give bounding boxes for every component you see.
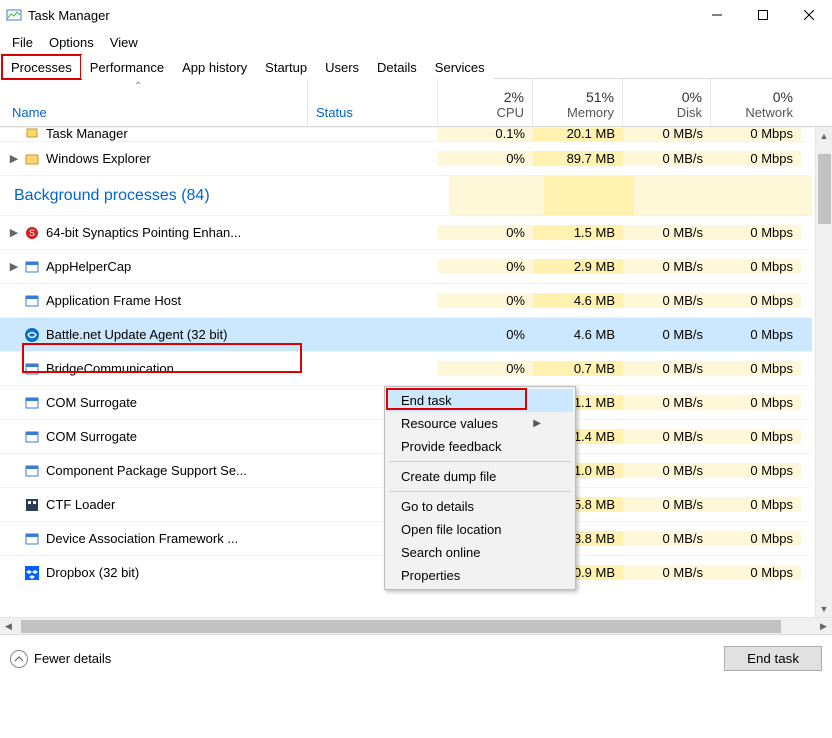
ctf-loader-icon [24,497,40,513]
ctx-create-dump[interactable]: Create dump file [387,465,573,488]
generic-app-icon [24,259,40,275]
scroll-up-icon[interactable]: ▲ [816,127,832,144]
tab-services[interactable]: Services [426,55,494,79]
table-row[interactable]: ▶AppHelperCap 0%2.9 MB0 MB/s0 Mbps [0,249,812,283]
horizontal-scrollbar[interactable]: ◀ ▶ [0,617,832,634]
column-header-row: ⌃ Name Status 2%CPU 51%Memory 0%Disk 0%N… [0,79,832,127]
expand-icon[interactable]: ▶ [6,260,22,273]
chevron-up-icon [10,650,28,668]
generic-app-icon [24,361,40,377]
table-row[interactable]: Application Frame Host 0%4.6 MB0 MB/s0 M… [0,283,812,317]
sort-indicator-icon: ⌃ [134,81,142,92]
scroll-thumb[interactable] [818,154,831,224]
ctx-resource-values[interactable]: Resource values▶ [387,412,573,435]
menu-options[interactable]: Options [41,33,102,52]
scroll-down-icon[interactable]: ▼ [816,600,832,617]
window-close-button[interactable] [786,0,832,30]
table-row[interactable]: Task Manager 0.1% 20.1 MB 0 MB/s 0 Mbps [0,127,812,141]
menu-separator [389,461,571,462]
ctx-open-file-location[interactable]: Open file location [387,518,573,541]
battlenet-icon [24,327,40,343]
expand-icon[interactable]: ▶ [6,152,22,165]
scroll-right-icon[interactable]: ▶ [815,621,832,632]
scroll-thumb[interactable] [21,620,781,633]
ctx-provide-feedback[interactable]: Provide feedback [387,435,573,458]
app-icon [6,7,22,23]
context-menu: End task Resource values▶ Provide feedba… [384,386,576,590]
window-minimize-button[interactable] [694,0,740,30]
tab-app-history[interactable]: App history [173,55,256,79]
ctx-properties[interactable]: Properties [387,564,573,587]
table-row[interactable]: BridgeCommunication 0%0.7 MB0 MB/s0 Mbps [0,351,812,385]
window-title: Task Manager [28,8,110,23]
column-status[interactable]: Status [308,79,438,126]
titlebar: Task Manager [0,0,832,30]
table-row[interactable]: ▶S64-bit Synaptics Pointing Enhan... 0%1… [0,215,812,249]
section-background-processes: Background processes (84) [0,175,812,215]
ctx-end-task[interactable]: End task [387,389,573,412]
tab-details[interactable]: Details [368,55,426,79]
menu-file[interactable]: File [4,33,41,52]
generic-app-icon [24,531,40,547]
table-row[interactable]: ▶Windows Explorer 0% 89.7 MB 0 MB/s 0 Mb… [0,141,812,175]
end-task-button[interactable]: End task [724,646,822,671]
tab-performance[interactable]: Performance [81,55,173,79]
menu-separator [389,491,571,492]
window-maximize-button[interactable] [740,0,786,30]
menu-bar: File Options View [0,30,832,52]
explorer-icon [24,151,40,167]
svg-text:S: S [29,228,35,238]
dropbox-icon [24,565,40,581]
tab-startup[interactable]: Startup [256,55,316,79]
generic-app-icon [24,463,40,479]
column-disk[interactable]: 0%Disk [623,79,711,126]
generic-app-icon [24,429,40,445]
ctx-go-to-details[interactable]: Go to details [387,495,573,518]
vertical-scrollbar[interactable]: ▲ ▼ [815,127,832,617]
ctx-search-online[interactable]: Search online [387,541,573,564]
column-network[interactable]: 0%Network [711,79,801,126]
synaptics-icon: S [24,225,40,241]
tab-users[interactable]: Users [316,55,368,79]
app-process-icon [24,127,40,141]
menu-view[interactable]: View [102,33,146,52]
column-memory[interactable]: 51%Memory [533,79,623,126]
tab-strip: Processes Performance App history Startu… [0,54,832,79]
column-cpu[interactable]: 2%CPU [438,79,533,126]
table-row-selected[interactable]: Battle.net Update Agent (32 bit) 0%4.6 M… [0,317,812,351]
submenu-arrow-icon: ▶ [533,418,541,429]
fewer-details-toggle[interactable]: Fewer details [10,650,111,668]
tab-processes[interactable]: Processes [2,55,81,79]
generic-app-icon [24,395,40,411]
expand-icon[interactable]: ▶ [6,226,22,239]
column-name[interactable]: Name [0,79,308,126]
footer: Fewer details End task [0,634,832,682]
generic-app-icon [24,293,40,309]
scroll-left-icon[interactable]: ◀ [0,621,17,632]
